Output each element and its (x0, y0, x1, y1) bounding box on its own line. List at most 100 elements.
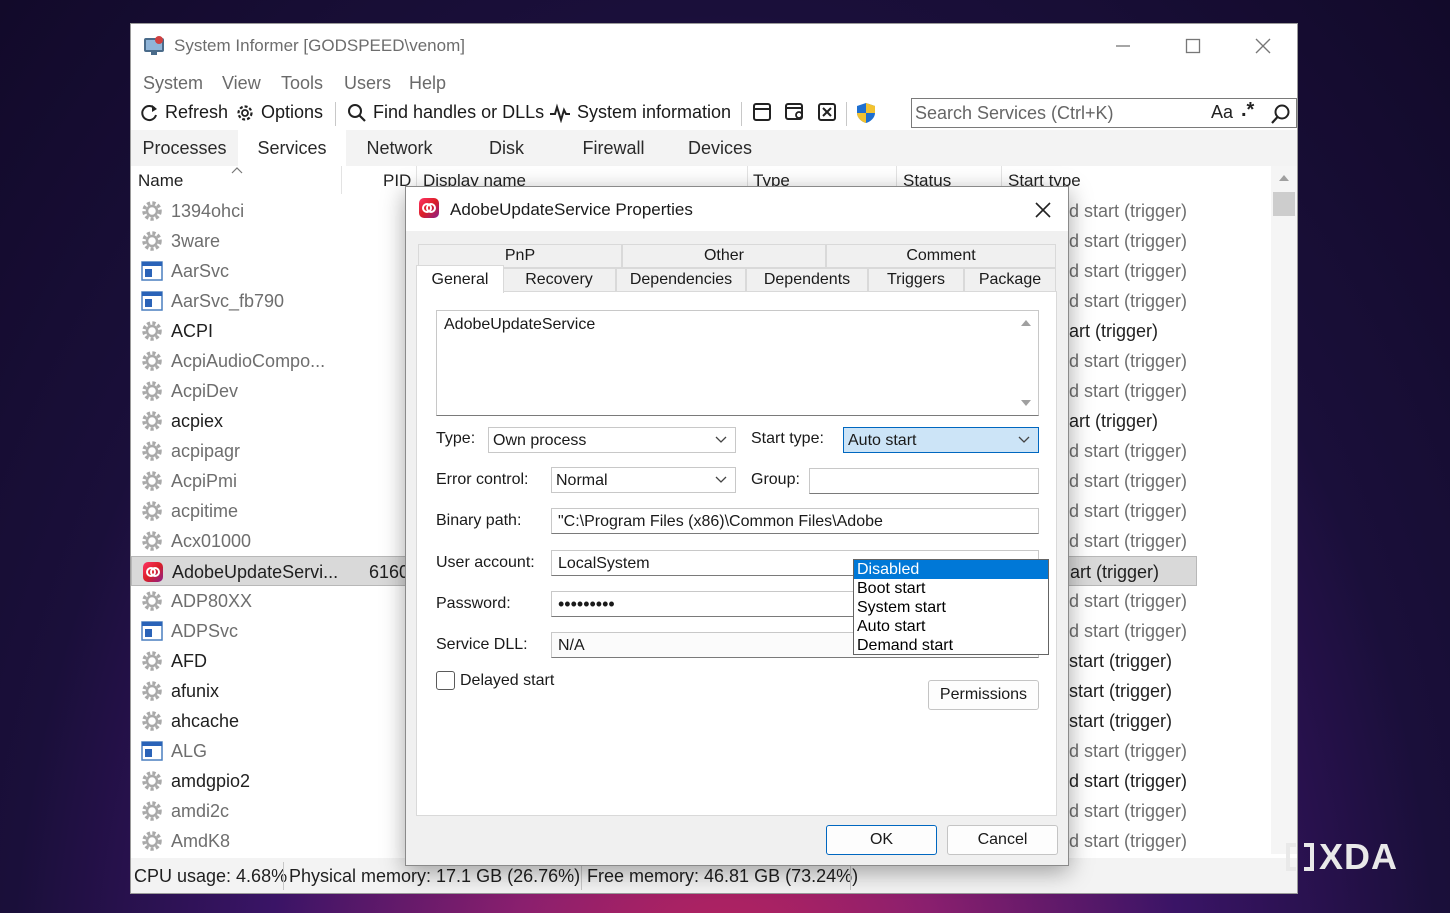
service-pid: 6160 (369, 562, 410, 582)
start-type-dropdown[interactable]: Auto start (843, 427, 1039, 453)
main-tab-bar: Processes Services Network Disk Firewall… (131, 130, 1297, 166)
tab-network[interactable]: Network (346, 130, 453, 166)
tab-comment[interactable]: Comment (826, 244, 1056, 268)
service-name: AarSvc (171, 261, 230, 281)
scroll-down-icon[interactable] (1020, 399, 1032, 407)
gear-icon (141, 350, 163, 372)
close-icon (1035, 202, 1051, 218)
service-name: 1394ohci (171, 201, 245, 221)
menu-view[interactable]: View (222, 73, 261, 94)
tab-dependencies[interactable]: Dependencies (616, 268, 746, 292)
dialog-close-button[interactable] (1028, 197, 1058, 223)
find-handles-label: Find handles or DLLs (373, 102, 545, 122)
match-case-toggle[interactable]: Aa (1211, 102, 1233, 123)
menu-system[interactable]: System (143, 73, 203, 94)
window-icon (141, 620, 163, 642)
service-properties-dialog: AdobeUpdateService Properties PnP Other … (405, 186, 1069, 866)
sort-ascending-icon (231, 167, 243, 174)
description-box[interactable]: AdobeUpdateService (436, 310, 1039, 416)
option-demand-start[interactable]: Demand start (854, 636, 1048, 655)
delayed-start-checkbox[interactable] (436, 671, 455, 690)
find-handles-button[interactable]: Find handles or DLLs (347, 102, 544, 123)
option-system-start[interactable]: System start (854, 598, 1048, 617)
tab-recovery[interactable]: Recovery (502, 268, 616, 292)
maximize-button[interactable] (1173, 32, 1213, 60)
regex-toggle[interactable]: .* (1241, 99, 1254, 122)
start-type-options-list: Disabled Boot start System start Auto st… (853, 559, 1049, 655)
tab-firewall[interactable]: Firewall (560, 130, 667, 166)
service-name: afunix (171, 681, 220, 701)
general-tab-panel: AdobeUpdateService Type: Own process Sta… (416, 291, 1057, 816)
error-control-label: Error control: (436, 471, 529, 488)
binary-path-input[interactable]: "C:\Program Files (x86)\Common Files\Ado… (551, 508, 1039, 534)
gear-icon (141, 590, 163, 612)
service-start-type: d start (trigger) (1069, 591, 1188, 611)
tab-processes[interactable]: Processes (131, 130, 238, 166)
shield-icon (857, 103, 875, 123)
vertical-scrollbar[interactable] (1271, 166, 1297, 854)
find-window-button[interactable] (784, 102, 806, 122)
option-boot-start[interactable]: Boot start (854, 579, 1048, 598)
option-auto-start[interactable]: Auto start (854, 617, 1048, 636)
tab-package[interactable]: Package (964, 268, 1056, 292)
option-disabled[interactable]: Disabled (854, 560, 1048, 579)
uac-shield-button[interactable] (855, 102, 877, 124)
tab-disk[interactable]: Disk (453, 130, 560, 166)
system-informer-icon (144, 36, 164, 55)
scroll-up-icon[interactable] (1278, 174, 1290, 182)
delayed-start-label: Delayed start (460, 672, 555, 689)
permissions-button[interactable]: Permissions (928, 680, 1039, 710)
options-button[interactable]: Options (235, 102, 323, 123)
scrollbar-thumb[interactable] (1273, 192, 1295, 216)
search-icon[interactable] (1270, 103, 1292, 125)
tab-dependents[interactable]: Dependents (746, 268, 868, 292)
service-name: acpitime (171, 501, 239, 521)
window-button[interactable] (752, 102, 772, 122)
tab-devices[interactable]: Devices (667, 130, 773, 166)
close-window-button[interactable] (817, 102, 837, 122)
error-control-dropdown[interactable]: Normal (551, 467, 736, 493)
adobe-icon (142, 561, 164, 583)
gear-icon (141, 380, 163, 402)
type-value: Own process (493, 432, 587, 449)
search-services-input[interactable] (915, 101, 1205, 125)
tab-triggers[interactable]: Triggers (868, 268, 964, 292)
tab-general[interactable]: General (416, 265, 504, 293)
service-start-type: d start (trigger) (1069, 201, 1188, 221)
refresh-button[interactable]: Refresh (139, 102, 228, 123)
dialog-title-bar: AdobeUpdateService Properties (406, 187, 1068, 231)
close-window-icon (818, 103, 836, 121)
tab-services[interactable]: Services (238, 130, 346, 166)
toolbar-separator (335, 102, 336, 126)
service-start-type: d start (trigger) (1069, 621, 1188, 641)
type-dropdown[interactable]: Own process (488, 427, 736, 453)
column-name[interactable]: Name (138, 171, 183, 191)
service-start-type: art (trigger) (1069, 321, 1159, 341)
service-name: Acx01000 (171, 531, 252, 551)
service-name: ADPSvc (171, 621, 239, 641)
ok-button[interactable]: OK (826, 825, 937, 855)
menu-users[interactable]: Users (344, 73, 391, 94)
service-name: acpiex (171, 411, 224, 431)
service-start-type: d start (trigger) (1069, 471, 1188, 491)
gear-icon (141, 320, 163, 342)
search-box: Aa .* (911, 98, 1297, 128)
minimize-button[interactable] (1103, 32, 1143, 60)
service-start-type: d start (trigger) (1069, 231, 1188, 251)
pulse-icon (550, 102, 570, 123)
service-start-type: d start (trigger) (1069, 801, 1188, 821)
tab-other[interactable]: Other (622, 244, 826, 268)
close-button[interactable] (1243, 32, 1283, 60)
scroll-up-icon[interactable] (1020, 319, 1032, 327)
service-name: acpipagr (171, 441, 241, 461)
service-dll-label: Service DLL: (436, 636, 528, 653)
group-input[interactable] (809, 468, 1039, 494)
menu-tools[interactable]: Tools (281, 73, 323, 94)
system-information-button[interactable]: System information (549, 102, 731, 123)
menu-help[interactable]: Help (409, 73, 446, 94)
dialog-title: AdobeUpdateService Properties (450, 200, 693, 219)
service-start-type: d start (trigger) (1069, 771, 1188, 791)
toolbar-separator (846, 102, 847, 126)
cancel-button[interactable]: Cancel (947, 825, 1058, 855)
refresh-icon (141, 104, 157, 121)
